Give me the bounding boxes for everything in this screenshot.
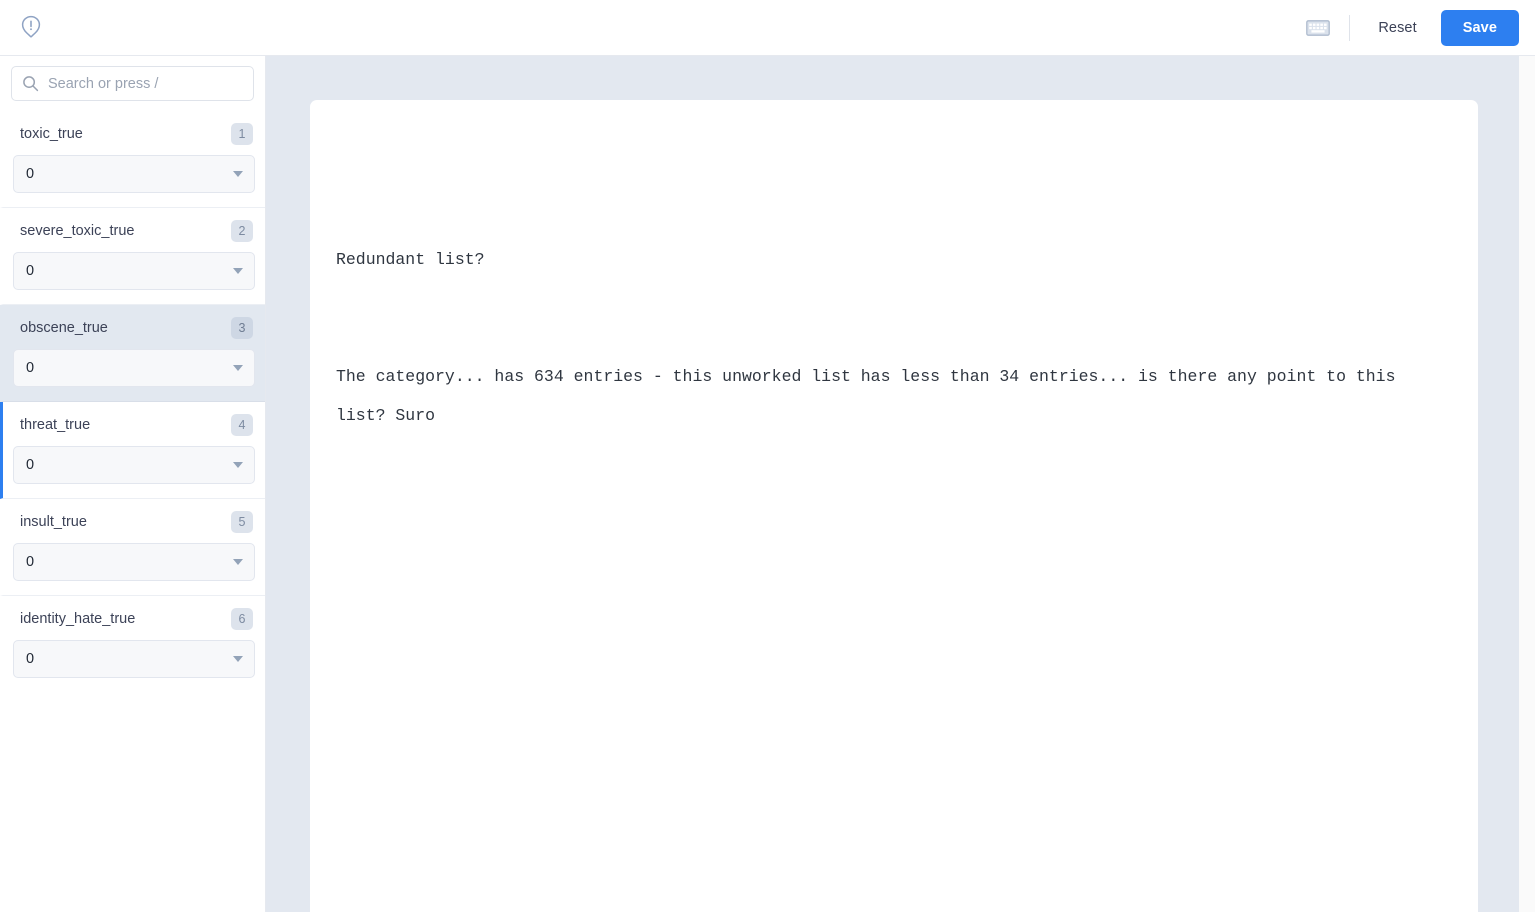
document-title-line: Redundant list? [336,250,485,269]
field-value-select[interactable]: 0 [13,252,255,290]
field-item-severe-toxic-true[interactable]: severe_toxic_true 2 0 [0,208,265,305]
save-button[interactable]: Save [1440,9,1519,46]
toolbar-divider [1349,14,1351,41]
search-box[interactable] [11,66,254,101]
field-header: severe_toxic_true 2 [13,220,255,242]
main-content-area: Redundant list? The category... has 634 … [266,56,1535,912]
field-index-badge: 6 [231,608,253,630]
field-index-badge: 3 [231,317,253,339]
field-value: 0 [26,166,35,182]
chevron-down-icon [233,365,243,371]
field-item-identity-hate-true[interactable]: identity_hate_true 6 0 [0,596,265,693]
chevron-down-icon [233,268,243,274]
field-header: obscene_true 3 [13,317,255,339]
field-index-badge: 5 [231,511,253,533]
field-label: threat_true [20,417,91,433]
document-body-line: The category... has 634 entries - this u… [336,367,1406,425]
field-label: toxic_true [20,126,83,142]
document-card: Redundant list? The category... has 634 … [310,100,1478,912]
field-value: 0 [26,457,35,473]
field-label: identity_hate_true [20,611,136,627]
field-label: obscene_true [20,320,108,336]
field-item-obscene-true[interactable]: obscene_true 3 0 [0,305,265,402]
field-value-select[interactable]: 0 [13,446,255,484]
map-pin-alert-icon[interactable] [14,11,48,45]
reset-button[interactable]: Reset [1366,12,1428,44]
field-item-threat-true[interactable]: threat_true 4 0 [0,402,265,499]
search-icon [23,76,39,92]
keyboard-icon [1306,19,1331,36]
toolbar-actions: Reset Save [1301,9,1519,46]
field-value-select[interactable]: 0 [13,349,255,387]
field-index-badge: 1 [231,123,253,145]
field-item-insult-true[interactable]: insult_true 5 0 [0,499,265,596]
field-index-badge: 2 [231,220,253,242]
keyboard-shortcuts-button[interactable] [1301,13,1335,43]
search-input[interactable] [48,75,243,92]
field-value-select[interactable]: 0 [13,640,255,678]
field-value-select[interactable]: 0 [13,155,255,193]
sidebar: toxic_true 1 0 severe_toxic_true 2 [0,56,266,912]
search-container [0,56,265,111]
chevron-down-icon [233,462,243,468]
field-value: 0 [26,651,35,667]
body-container: toxic_true 1 0 severe_toxic_true 2 [0,56,1535,912]
field-value-select[interactable]: 0 [13,543,255,581]
vertical-scrollbar[interactable] [1519,56,1535,912]
chevron-down-icon [233,171,243,177]
field-header: identity_hate_true 6 [13,608,255,630]
field-label: insult_true [20,514,87,530]
field-list[interactable]: toxic_true 1 0 severe_toxic_true 2 0 obs… [0,111,265,912]
field-header: toxic_true 1 [13,123,255,145]
field-index-badge: 4 [231,414,253,436]
field-header: insult_true 5 [13,511,255,533]
top-toolbar: Reset Save [0,0,1535,56]
field-value: 0 [26,554,35,570]
field-value: 0 [26,263,35,279]
field-label: severe_toxic_true [20,223,135,239]
app-root: Reset Save toxic_true [0,0,1535,912]
field-item-toxic-true[interactable]: toxic_true 1 0 [0,111,265,208]
document-text: Redundant list? The category... has 634 … [336,162,1436,513]
chevron-down-icon [233,559,243,565]
field-value: 0 [26,360,35,376]
field-header: threat_true 4 [13,414,255,436]
chevron-down-icon [233,656,243,662]
